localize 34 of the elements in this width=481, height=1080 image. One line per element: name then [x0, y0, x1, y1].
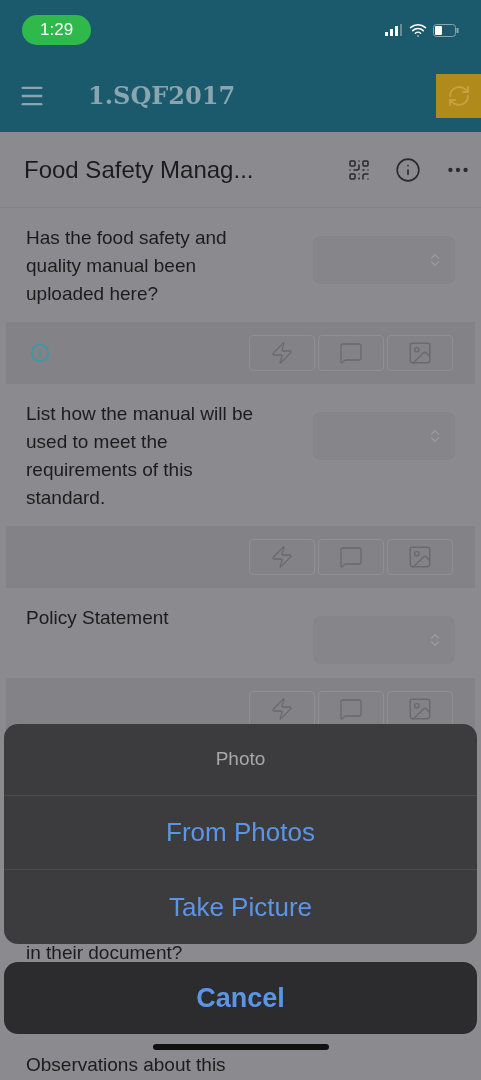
- time-pill: 1:29: [22, 15, 92, 45]
- info-icon[interactable]: [395, 156, 421, 183]
- wifi-icon: [409, 21, 427, 39]
- sync-icon: [446, 84, 471, 108]
- page-title: Food Safety Manag...: [24, 154, 254, 185]
- sheet-option[interactable]: From Photos: [4, 796, 477, 870]
- speech-bubble-icon: [339, 341, 363, 365]
- photo-button[interactable]: [387, 539, 453, 575]
- lightning-icon: [270, 341, 294, 365]
- question-text: Has the food safety and quality manual been uploaded here?: [26, 226, 228, 306]
- signal-icon: [385, 24, 403, 36]
- sync-button[interactable]: [436, 74, 481, 118]
- question-text: Policy Statement: [26, 606, 170, 630]
- question-text: in their document?: [26, 944, 184, 962]
- comment-button[interactable]: [318, 539, 384, 575]
- sheet-title: Photo: [4, 724, 477, 796]
- action-button[interactable]: [249, 335, 315, 371]
- lightning-icon: [270, 545, 294, 569]
- action-button[interactable]: [249, 539, 315, 575]
- image-icon: [407, 544, 433, 570]
- speech-bubble-icon: [339, 697, 363, 721]
- cancel-button[interactable]: Cancel: [4, 962, 477, 1034]
- image-icon: [407, 340, 433, 366]
- speech-bubble-icon: [339, 545, 363, 569]
- qr-code-icon[interactable]: [347, 157, 371, 182]
- battery-icon: [433, 23, 459, 37]
- comment-button[interactable]: [318, 335, 384, 371]
- photo-button[interactable]: [387, 335, 453, 371]
- lightning-icon: [270, 697, 294, 721]
- image-icon: [407, 696, 433, 722]
- question-text: Observations about this: [26, 1054, 227, 1076]
- question-text: List how the manual will be used to meet the requirements of this standard.: [26, 402, 255, 510]
- sheet-option[interactable]: Take Picture: [4, 870, 477, 944]
- app-title: 1.SQF2017: [88, 80, 236, 112]
